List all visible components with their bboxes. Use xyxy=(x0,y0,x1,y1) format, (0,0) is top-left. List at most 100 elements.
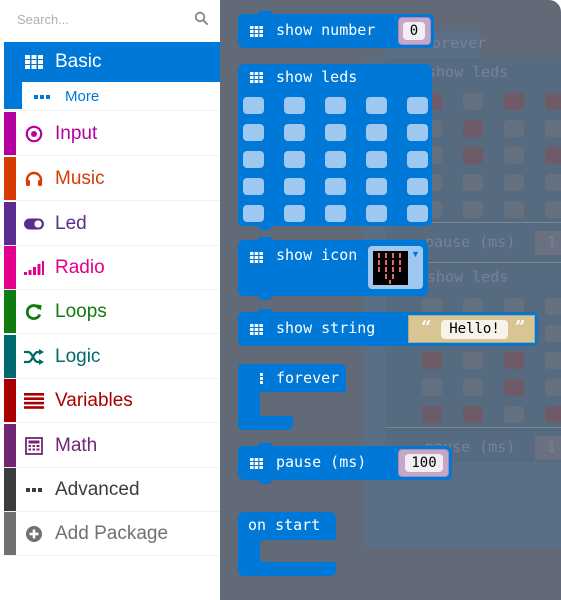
category-variables[interactable]: Variables xyxy=(4,379,220,423)
led-cell[interactable] xyxy=(284,151,305,168)
led-cell[interactable] xyxy=(407,124,428,141)
led-cell[interactable] xyxy=(284,205,305,222)
ellipsis-icon xyxy=(24,468,44,511)
on-start-mouth xyxy=(260,540,336,562)
led-cell[interactable] xyxy=(325,124,346,141)
led-cell[interactable] xyxy=(243,178,264,195)
list-icon xyxy=(24,379,44,422)
bg-led-cell xyxy=(545,406,561,423)
workspace[interactable]: forever show leds pause (ms) 1 show leds… xyxy=(220,0,561,600)
led-cell[interactable] xyxy=(243,205,264,222)
category-color-bar xyxy=(4,82,22,109)
led-cell[interactable] xyxy=(407,205,428,222)
heart-icon-preview xyxy=(373,251,408,285)
category-label: Advanced xyxy=(55,479,140,500)
led-cell[interactable] xyxy=(407,178,428,195)
category-color-bar xyxy=(4,42,16,82)
category-label: Add Package xyxy=(55,523,169,544)
category-advanced[interactable]: Advanced xyxy=(4,468,220,512)
led-cell[interactable] xyxy=(366,205,387,222)
bg-led-cell xyxy=(545,120,561,137)
category-radio[interactable]: Radio xyxy=(4,246,220,290)
led-cell[interactable] xyxy=(366,97,387,114)
string-value[interactable]: Hello! xyxy=(441,320,508,339)
category-input[interactable]: Input xyxy=(4,112,220,156)
bg-led-cell xyxy=(545,298,561,315)
led-cell[interactable] xyxy=(407,97,428,114)
string-value-slot[interactable]: “ Hello! ” xyxy=(408,315,535,343)
block-show-number[interactable]: show number 0 xyxy=(238,11,434,48)
search-box xyxy=(0,0,220,38)
plus-circle-icon xyxy=(24,512,44,555)
shuffle-icon xyxy=(24,335,44,378)
category-color-bar xyxy=(4,512,16,555)
block-label: pause (ms) xyxy=(276,453,367,471)
forever-footer xyxy=(238,416,293,430)
number-value[interactable]: 0 xyxy=(403,22,425,40)
led-cell[interactable] xyxy=(366,124,387,141)
category-label: Basic xyxy=(55,51,102,72)
headphones-icon xyxy=(24,157,44,200)
category-basic[interactable]: Basic xyxy=(4,42,220,82)
led-cell[interactable] xyxy=(407,151,428,168)
category-color-bar xyxy=(4,157,16,200)
led-cell[interactable] xyxy=(325,178,346,195)
block-show-string[interactable]: show string “ Hello! ” xyxy=(238,309,538,346)
category-led[interactable]: Led xyxy=(4,202,220,246)
bg-led-cell xyxy=(422,406,442,423)
pause-value[interactable]: 100 xyxy=(405,454,443,472)
category-label: More xyxy=(65,88,100,105)
block-show-leds[interactable]: show leds xyxy=(238,64,432,230)
number-value-slot[interactable]: 0 xyxy=(398,17,431,45)
block-on-start[interactable]: on start xyxy=(238,512,338,576)
category-add-package[interactable]: Add Package xyxy=(4,512,220,556)
category-logic[interactable]: Logic xyxy=(4,335,220,379)
search-icon[interactable] xyxy=(194,11,208,25)
open-quote: “ xyxy=(421,317,432,338)
led-cell[interactable] xyxy=(284,178,305,195)
bg-led-cell xyxy=(463,147,483,164)
category-music[interactable]: Music xyxy=(4,157,220,201)
led-cell[interactable] xyxy=(243,97,264,114)
chevron-down-icon[interactable]: ▼ xyxy=(411,249,420,259)
led-cell[interactable] xyxy=(325,151,346,168)
grid-icon xyxy=(250,458,263,469)
bg-led-cell xyxy=(463,120,483,137)
led-cell[interactable] xyxy=(325,97,346,114)
bg-led-cell xyxy=(545,93,561,110)
led-cell[interactable] xyxy=(366,178,387,195)
category-more[interactable]: More xyxy=(4,82,220,111)
bg-led-cell xyxy=(504,147,524,164)
bg-pause-value-text: 1 xyxy=(547,233,557,251)
search-input[interactable] xyxy=(0,0,220,38)
bg-divider xyxy=(385,427,561,428)
bg-show-leds-label: show leds xyxy=(427,63,509,81)
led-cell[interactable] xyxy=(325,205,346,222)
block-show-icon[interactable]: show icon ▼ xyxy=(238,237,428,300)
block-forever[interactable]: forever xyxy=(238,364,348,430)
bg-led-cell xyxy=(504,174,524,191)
led-cell[interactable] xyxy=(243,151,264,168)
block-label: on start xyxy=(248,516,321,534)
pause-value-slot[interactable]: 100 xyxy=(398,449,449,477)
category-math[interactable]: Math xyxy=(4,424,220,468)
led-cell[interactable] xyxy=(284,97,305,114)
category-loops[interactable]: Loops xyxy=(4,290,220,334)
bg-led-cell xyxy=(504,120,524,137)
block-notch xyxy=(258,237,272,242)
led-cell[interactable] xyxy=(243,124,264,141)
led-cell[interactable] xyxy=(284,124,305,141)
forever-mouth xyxy=(260,392,300,416)
toolbox: Basic More Input Music Led xyxy=(0,0,220,600)
block-pause[interactable]: pause (ms) 100 xyxy=(238,443,452,484)
bg-led-cell xyxy=(504,93,524,110)
block-notch xyxy=(258,11,272,16)
block-notch xyxy=(258,443,272,448)
category-color-bar xyxy=(4,335,16,378)
block-label: show icon xyxy=(276,246,358,264)
icon-dropdown[interactable]: ▼ xyxy=(368,246,423,289)
bg-led-cell xyxy=(545,174,561,191)
bg-led-cell xyxy=(545,201,561,218)
led-cell[interactable] xyxy=(366,151,387,168)
signal-icon xyxy=(24,246,44,289)
